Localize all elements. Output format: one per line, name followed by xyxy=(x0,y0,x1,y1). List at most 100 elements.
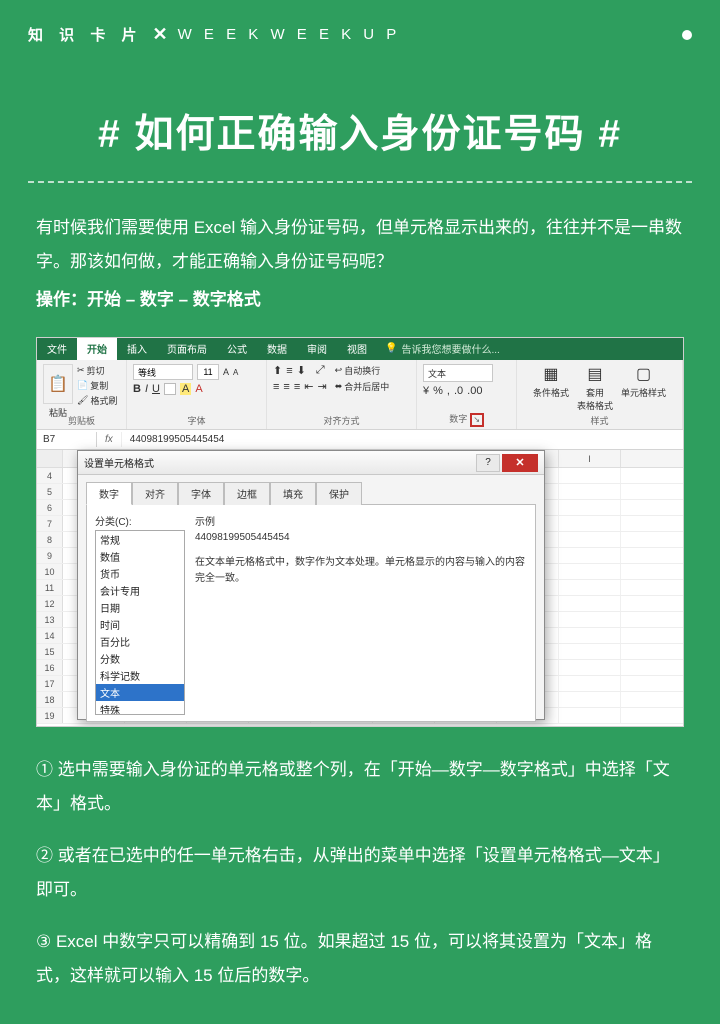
cell[interactable] xyxy=(559,676,621,691)
indent-inc-icon[interactable]: ⇥ xyxy=(317,380,326,393)
fill-color-button[interactable]: A xyxy=(180,383,191,395)
cell[interactable] xyxy=(559,532,621,547)
table-format-button[interactable]: ▤ 套用 表格格式 xyxy=(577,364,613,412)
tab-insert[interactable]: 插入 xyxy=(117,337,157,360)
row-header[interactable]: 14 xyxy=(37,628,63,643)
font-size-select[interactable] xyxy=(197,364,219,380)
row-header[interactable]: 9 xyxy=(37,548,63,563)
row-header[interactable]: 8 xyxy=(37,532,63,547)
align-bot-icon[interactable]: ⬇ xyxy=(297,364,306,377)
cell[interactable] xyxy=(559,628,621,643)
underline-button[interactable]: U xyxy=(152,383,160,395)
comma-icon[interactable]: , xyxy=(447,385,450,397)
tab-data[interactable]: 数据 xyxy=(257,337,297,360)
inc-dec-icon[interactable]: .0 xyxy=(454,385,463,397)
tab-review[interactable]: 审阅 xyxy=(297,337,337,360)
category-item[interactable]: 百分比 xyxy=(96,633,184,650)
tab-layout[interactable]: 页面布局 xyxy=(157,337,217,360)
dialog-tab-border[interactable]: 边框 xyxy=(224,482,270,505)
tab-file[interactable]: 文件 xyxy=(37,337,77,360)
cell[interactable] xyxy=(559,516,621,531)
row-header[interactable]: 12 xyxy=(37,596,63,611)
orient-icon[interactable]: ⤢ xyxy=(316,364,325,377)
cell[interactable] xyxy=(559,468,621,483)
dialog-tab-protect[interactable]: 保护 xyxy=(316,482,362,505)
dialog-title-bar[interactable]: 设置单元格格式 ? ✕ xyxy=(78,451,544,475)
shrink-font-icon[interactable]: A xyxy=(233,368,238,377)
category-item[interactable]: 特殊 xyxy=(96,701,184,715)
category-item[interactable]: 分数 xyxy=(96,650,184,667)
cut-button[interactable]: ✂剪切 xyxy=(77,364,117,377)
row-header[interactable]: 5 xyxy=(37,484,63,499)
tab-formulas[interactable]: 公式 xyxy=(217,337,257,360)
col-header[interactable]: I xyxy=(559,450,621,467)
wrap-text-button[interactable]: ↩自动换行 xyxy=(335,364,381,377)
category-item[interactable]: 常规 xyxy=(96,531,184,548)
currency-icon[interactable]: ¥ xyxy=(423,385,429,397)
category-item[interactable]: 数值 xyxy=(96,548,184,565)
row-header[interactable]: 6 xyxy=(37,500,63,515)
row-header[interactable]: 16 xyxy=(37,660,63,675)
cell[interactable] xyxy=(559,500,621,515)
row-header[interactable]: 13 xyxy=(37,612,63,627)
align-right-icon[interactable]: ≡ xyxy=(294,381,300,393)
select-all-corner[interactable] xyxy=(37,450,63,467)
copy-button[interactable]: 📄复制 xyxy=(77,379,117,392)
cell[interactable] xyxy=(559,644,621,659)
conditional-format-button[interactable]: ▦ 条件格式 xyxy=(533,364,569,399)
number-format-select[interactable]: 文本 xyxy=(423,364,493,382)
category-list[interactable]: 常规数值货币会计专用日期时间百分比分数科学记数文本特殊自定义 xyxy=(95,530,185,715)
tell-me[interactable]: 💡告诉我您想要做什么... xyxy=(377,337,508,360)
row-header[interactable]: 18 xyxy=(37,692,63,707)
cell[interactable] xyxy=(559,564,621,579)
cell[interactable] xyxy=(559,612,621,627)
bold-button[interactable]: B xyxy=(133,383,141,395)
dec-dec-icon[interactable]: .00 xyxy=(467,385,482,397)
format-painter-button[interactable]: 🖌格式刷 xyxy=(77,394,117,407)
name-box[interactable]: B7 xyxy=(37,432,97,447)
dialog-tab-number[interactable]: 数字 xyxy=(86,482,132,505)
category-item[interactable]: 日期 xyxy=(96,599,184,616)
category-item[interactable]: 货币 xyxy=(96,565,184,582)
align-center-icon[interactable]: ≡ xyxy=(283,381,289,393)
indent-dec-icon[interactable]: ⇤ xyxy=(304,380,313,393)
cell[interactable] xyxy=(559,596,621,611)
category-item[interactable]: 科学记数 xyxy=(96,667,184,684)
dialog-tab-font[interactable]: 字体 xyxy=(178,482,224,505)
align-top-icon[interactable]: ⬆ xyxy=(273,364,282,377)
merge-center-button[interactable]: ⬌合并后居中 xyxy=(335,380,390,393)
align-mid-icon[interactable]: ≡ xyxy=(286,365,292,377)
category-item[interactable]: 时间 xyxy=(96,616,184,633)
category-item[interactable]: 文本 xyxy=(96,684,184,701)
border-button[interactable] xyxy=(164,383,176,395)
cell-style-button[interactable]: ▢ 单元格样式 xyxy=(621,364,666,399)
cell[interactable] xyxy=(559,548,621,563)
row-header[interactable]: 10 xyxy=(37,564,63,579)
row-header[interactable]: 15 xyxy=(37,644,63,659)
cell[interactable] xyxy=(559,708,621,723)
dialog-close-button[interactable]: ✕ xyxy=(502,454,538,472)
formula-value[interactable]: 440981995054454​54 xyxy=(122,432,233,447)
dialog-tab-align[interactable]: 对齐 xyxy=(132,482,178,505)
font-color-button[interactable]: A xyxy=(195,383,202,395)
row-header[interactable]: 4 xyxy=(37,468,63,483)
row-header[interactable]: 7 xyxy=(37,516,63,531)
row-header[interactable]: 19 xyxy=(37,708,63,723)
tab-view[interactable]: 视图 xyxy=(337,337,377,360)
cell[interactable] xyxy=(559,660,621,675)
cell[interactable] xyxy=(559,692,621,707)
category-item[interactable]: 会计专用 xyxy=(96,582,184,599)
row-header[interactable]: 17 xyxy=(37,676,63,691)
number-format-launcher[interactable]: ↘ xyxy=(470,413,484,427)
font-name-select[interactable] xyxy=(133,364,193,380)
italic-button[interactable]: I xyxy=(145,383,148,395)
align-left-icon[interactable]: ≡ xyxy=(273,381,279,393)
paste-button[interactable]: 📋 xyxy=(43,364,73,404)
dialog-help-button[interactable]: ? xyxy=(476,454,500,472)
percent-icon[interactable]: % xyxy=(433,385,443,397)
cell[interactable] xyxy=(559,484,621,499)
tab-home[interactable]: 开始 xyxy=(77,337,117,360)
grow-font-icon[interactable]: A xyxy=(223,367,229,377)
row-header[interactable]: 11 xyxy=(37,580,63,595)
fx-icon[interactable]: fx xyxy=(97,432,122,447)
